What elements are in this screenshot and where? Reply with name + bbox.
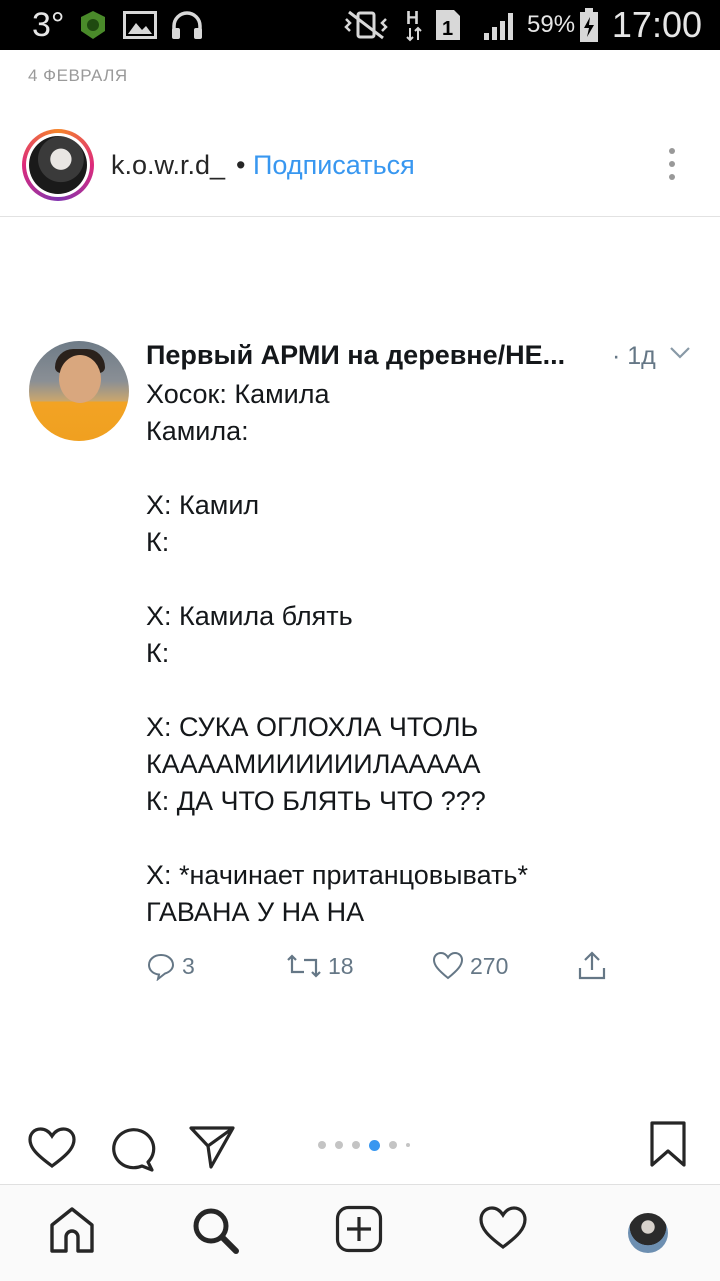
tweet-line [146, 561, 706, 598]
svg-text:H: H [406, 8, 419, 28]
headphones-icon [170, 0, 204, 50]
post-date: 4 ФЕВРАЛЯ [28, 66, 128, 85]
chevron-down-icon [669, 346, 691, 365]
weather-app-icon [78, 0, 108, 50]
share-icon [576, 948, 614, 984]
follow-button[interactable]: Подписаться [253, 150, 415, 181]
comment-icon[interactable] [108, 1126, 156, 1177]
carousel-dot [352, 1141, 360, 1149]
tweet-line: К: [146, 638, 170, 668]
tweet-author-avatar [29, 341, 129, 441]
sim-1-icon: 1 [434, 0, 462, 50]
tweet-line: Х: *начинает пританцовывать* [146, 860, 528, 890]
tweet-line: К: ДА ЧТО БЛЯТЬ ЧТО ??? [146, 786, 486, 816]
story-avatar[interactable] [22, 129, 94, 201]
reply-icon [147, 953, 175, 981]
username-link[interactable]: k.o.w.r.d_ [111, 150, 225, 181]
tweet-retweet: 18 [286, 948, 354, 984]
heart-outline-icon [432, 951, 464, 980]
battery-charging-icon [578, 0, 600, 50]
image-icon [123, 0, 157, 50]
status-bar: 3° H 1 59% 17:00 [0, 0, 720, 50]
tweet-time: · 1д [612, 342, 656, 370]
tweet-like: 270 [432, 948, 508, 984]
tweet-line: К: [146, 527, 170, 557]
carousel-dot [318, 1141, 326, 1149]
svg-text:1: 1 [442, 18, 453, 40]
clock: 17:00 [611, 4, 702, 45]
tweet-line: Х: СУКА ОГЛОХЛА ЧТОЛЬ [146, 712, 479, 742]
tweet-line [146, 672, 706, 709]
separator-dot: • [236, 150, 246, 180]
network-h-icon: H [404, 0, 424, 50]
tweet-line [146, 820, 706, 857]
bottom-navigation [0, 1184, 720, 1281]
tweet-line [146, 450, 706, 487]
tweet-line: ГАВАНА У НА НА [146, 897, 365, 927]
tweet-line: Х: Камила блять [146, 601, 353, 631]
bookmark-icon[interactable] [649, 1120, 687, 1173]
like-heart-icon[interactable] [27, 1126, 77, 1175]
battery-percent: 59% [527, 11, 576, 38]
tweet-line: Камила: [146, 416, 249, 446]
share-direct-icon[interactable] [188, 1124, 236, 1175]
reply-count: 3 [182, 952, 195, 979]
tweet-line: Х: Камил [146, 490, 260, 520]
tweet-author-name: Первый АРМИ на деревне/НЕ... [146, 340, 566, 370]
retweet-icon [287, 954, 321, 978]
profile-tab[interactable] [628, 1213, 668, 1253]
home-icon[interactable] [48, 1205, 96, 1260]
retweet-count: 18 [328, 952, 354, 979]
tweet-line: Хосок: Камила [146, 379, 330, 409]
search-icon[interactable] [190, 1205, 242, 1262]
tweet-text: Хосок: Камила Камила: Х: Камил К: Х: Кам… [146, 376, 706, 931]
carousel-dot-active [369, 1139, 380, 1151]
tweet-line: КААААМИИИИИИЛААААА [146, 749, 481, 779]
avatar [628, 1213, 668, 1253]
activity-heart-icon[interactable] [478, 1205, 528, 1256]
carousel-indicator [318, 1139, 419, 1151]
carousel-dot [335, 1141, 343, 1149]
vibrate-icon [343, 0, 389, 50]
tweet-actions: 3 18 270 [0, 948, 720, 988]
signal-icon [483, 0, 519, 50]
carousel-dot [406, 1143, 410, 1147]
like-count: 270 [470, 952, 509, 979]
new-post-icon[interactable] [335, 1205, 383, 1258]
post-header: k.o.w.r.d_ • Подписаться [0, 120, 720, 217]
tweet-reply: 3 [146, 948, 195, 984]
temperature-indicator: 3° [32, 5, 65, 44]
more-options-icon[interactable] [662, 148, 682, 188]
carousel-dot [389, 1141, 397, 1149]
avatar [29, 136, 87, 194]
